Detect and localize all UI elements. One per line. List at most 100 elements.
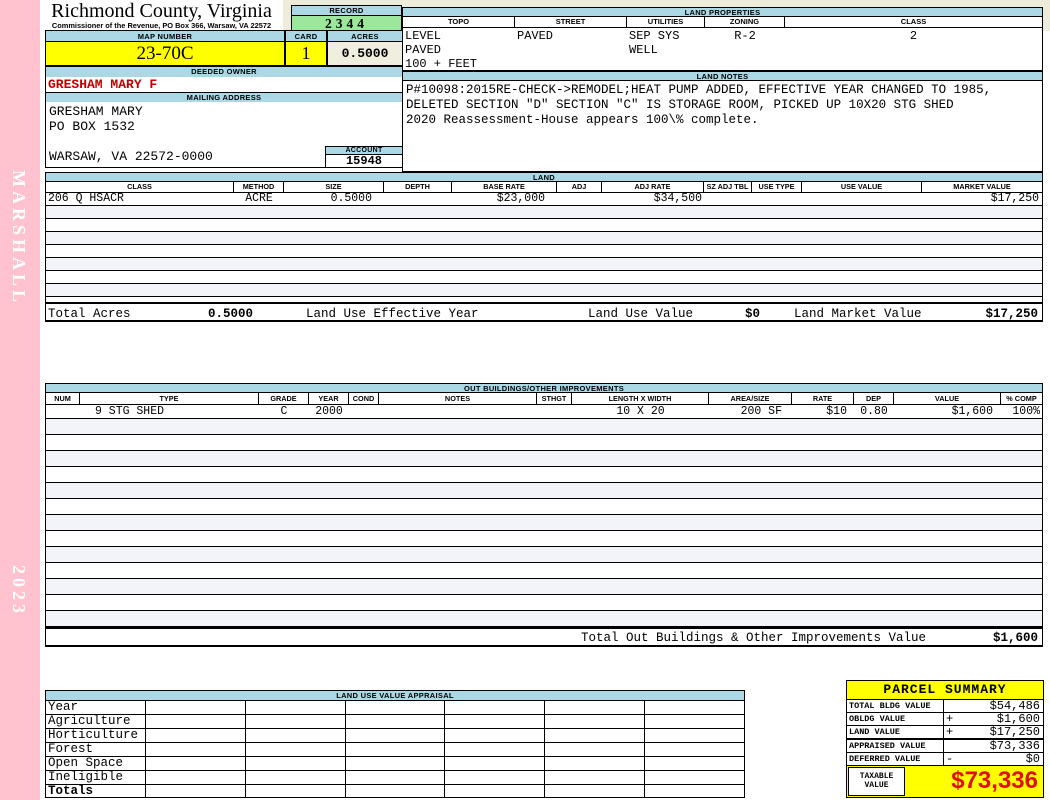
appraisal-row-totals: Totals xyxy=(46,785,744,798)
out-buildings-total-row: Total Out Buildings & Other Improvements… xyxy=(46,627,1042,648)
cell-base-rate: $23,000 xyxy=(496,192,545,205)
empty-row xyxy=(46,547,1042,563)
parcel-id-row: MAP NUMBER 23-70C CARD 1 ACRES 0.5000 xyxy=(45,30,403,66)
address-line: GRESHAM MARY xyxy=(49,104,143,119)
land-data-row: 206 Q HSACR ACRE 0.5000 $23,000 $34,500 … xyxy=(46,193,1042,206)
cell-area-size: 200 SF xyxy=(740,405,782,418)
appraisal-row-forest: Forest xyxy=(46,743,744,757)
utilities-values: SEP SYS WELL xyxy=(629,29,680,57)
appraisal-row-open-space: Open Space xyxy=(46,757,744,771)
empty-row xyxy=(46,206,1042,219)
empty-row xyxy=(46,579,1042,595)
out-building-data-row: 9 STG SHED C 2000 10 X 20 200 SF $10 0.8… xyxy=(46,405,1042,419)
parcel-summary: PARCEL SUMMARY TOTAL BLDG VALUE $54,486 … xyxy=(846,680,1044,798)
district-name-vertical: MARSHALL xyxy=(9,170,29,307)
empty-row xyxy=(46,219,1042,232)
class-value: 2 xyxy=(909,29,918,43)
cell-rate: $10 xyxy=(826,405,847,418)
empty-row xyxy=(46,435,1042,451)
land-properties-title: LAND PROPERTIES xyxy=(402,7,1043,17)
address-line: PO BOX 1532 xyxy=(49,119,135,134)
cell-notes xyxy=(379,405,537,418)
county-header: Richmond County, Virginia Commissioner o… xyxy=(40,0,283,31)
acres-value: 0.5000 xyxy=(327,42,403,66)
county-title: Richmond County, Virginia xyxy=(51,0,272,22)
property-record-card: MARSHALL 2023 Richmond County, Virginia … xyxy=(0,0,1050,800)
record-box: RECORD 2344 xyxy=(291,5,402,32)
cell-use-value xyxy=(802,193,922,205)
card-value: 1 xyxy=(285,42,327,66)
street-values: PAVED xyxy=(517,29,554,43)
empty-row xyxy=(46,232,1042,245)
appraisal-row-ineligible: Ineligible xyxy=(46,771,744,785)
empty-row xyxy=(46,515,1042,531)
land-use-value: $0 xyxy=(744,307,760,321)
out-buildings-title: OUT BUILDINGS/OTHER IMPROVEMENTS xyxy=(45,383,1043,393)
land-use-appraisal-title: LAND USE VALUE APPRAISAL xyxy=(45,690,745,701)
tax-year-vertical: 2023 xyxy=(9,565,29,617)
empty-row xyxy=(46,271,1042,284)
empty-row xyxy=(46,483,1042,499)
appraisal-row-horticulture: Horticulture xyxy=(46,729,744,743)
col-topo: TOPO xyxy=(403,17,515,28)
cell-method: ACRE xyxy=(245,192,273,205)
cell-sthgt xyxy=(537,405,572,418)
land-properties-section: LAND PROPERTIES TOPO STREET UTILITIES ZO… xyxy=(402,7,1043,71)
land-use-appraisal-table: LAND USE VALUE APPRAISAL Year Agricultur… xyxy=(45,690,745,798)
cell-cond xyxy=(349,405,379,418)
empty-row xyxy=(46,245,1042,258)
col-utilities: UTILITIES xyxy=(627,17,705,28)
empty-row xyxy=(46,595,1042,611)
out-buildings-total-label: Total Out Buildings & Other Improvements… xyxy=(581,631,927,645)
account-number: 15948 xyxy=(325,155,403,168)
col-zoning: ZONING xyxy=(705,17,785,28)
col-street: STREET xyxy=(515,17,627,28)
summary-row-appraised: APPRAISED VALUE $73,336 xyxy=(847,739,1043,753)
summary-row-land: LAND VALUE + $17,250 xyxy=(847,726,1043,740)
taxable-value-label: TAXABLE VALUE xyxy=(848,766,905,796)
card-label: CARD xyxy=(285,30,327,42)
cell-use-type xyxy=(752,193,802,205)
cell-sz-adj-tbl xyxy=(704,193,752,205)
summary-row-deferred: DEFERRED VALUE - $0 xyxy=(847,753,1043,766)
cell-length-width: 10 X 20 xyxy=(616,405,665,418)
empty-row xyxy=(46,467,1042,483)
account-box: ACCOUNT 15948 xyxy=(325,146,403,168)
empty-row xyxy=(46,611,1042,627)
out-buildings-table: OUT BUILDINGS/OTHER IMPROVEMENTS NUM TYP… xyxy=(45,383,1043,647)
empty-row xyxy=(46,258,1042,271)
map-number-label: MAP NUMBER xyxy=(45,30,285,42)
land-notes-title: LAND NOTES xyxy=(402,71,1043,81)
cell-adj-rate: $34,500 xyxy=(653,192,702,205)
appraisal-row-year: Year xyxy=(46,701,744,715)
empty-row xyxy=(46,419,1042,435)
empty-row xyxy=(46,531,1042,547)
cell-year: 2000 xyxy=(315,405,343,418)
cell-num xyxy=(46,405,80,418)
cell-market-value: $17,250 xyxy=(990,192,1039,205)
land-table-title: LAND xyxy=(45,172,1043,182)
empty-row xyxy=(46,451,1042,467)
cell-class: 206 Q HSACR xyxy=(48,192,124,205)
land-use-value-label: Land Use Value xyxy=(588,307,694,321)
land-properties-values: LEVEL PAVED 100 + FEET PAVED SEP SYS WEL… xyxy=(402,28,1043,71)
topo-values: LEVEL PAVED 100 + FEET xyxy=(405,29,478,71)
land-notes-section: LAND NOTES P#10098:2015RE-CHECK->REMODEL… xyxy=(402,71,1043,172)
parcel-summary-title: PARCEL SUMMARY xyxy=(847,681,1043,700)
taxable-value-row: TAXABLE VALUE $73,336 xyxy=(847,765,1043,797)
deeded-owner-value: GRESHAM MARY F xyxy=(45,77,403,93)
land-totals-row: Total Acres 0.5000 Land Use Effective Ye… xyxy=(46,302,1042,324)
land-market-value-label: Land Market Value xyxy=(794,307,922,321)
land-table: LAND CLASS METHOD SIZE DEPTH BASE RATE A… xyxy=(45,172,1043,322)
cell-adj xyxy=(557,193,602,205)
empty-row xyxy=(46,499,1042,515)
cell-grade: C xyxy=(280,405,288,418)
cell-dep: 0.80 xyxy=(860,405,888,418)
taxable-value-amount: $73,336 xyxy=(951,766,1038,794)
zoning-value: R-2 xyxy=(734,29,756,43)
col-class: CLASS xyxy=(785,17,1042,28)
land-properties-headers: TOPO STREET UTILITIES ZONING CLASS xyxy=(402,17,1043,28)
note-line: DELETED SECTION "D" SECTION "C" IS STORA… xyxy=(406,98,954,112)
empty-row xyxy=(46,284,1042,297)
record-label: RECORD xyxy=(291,5,402,16)
